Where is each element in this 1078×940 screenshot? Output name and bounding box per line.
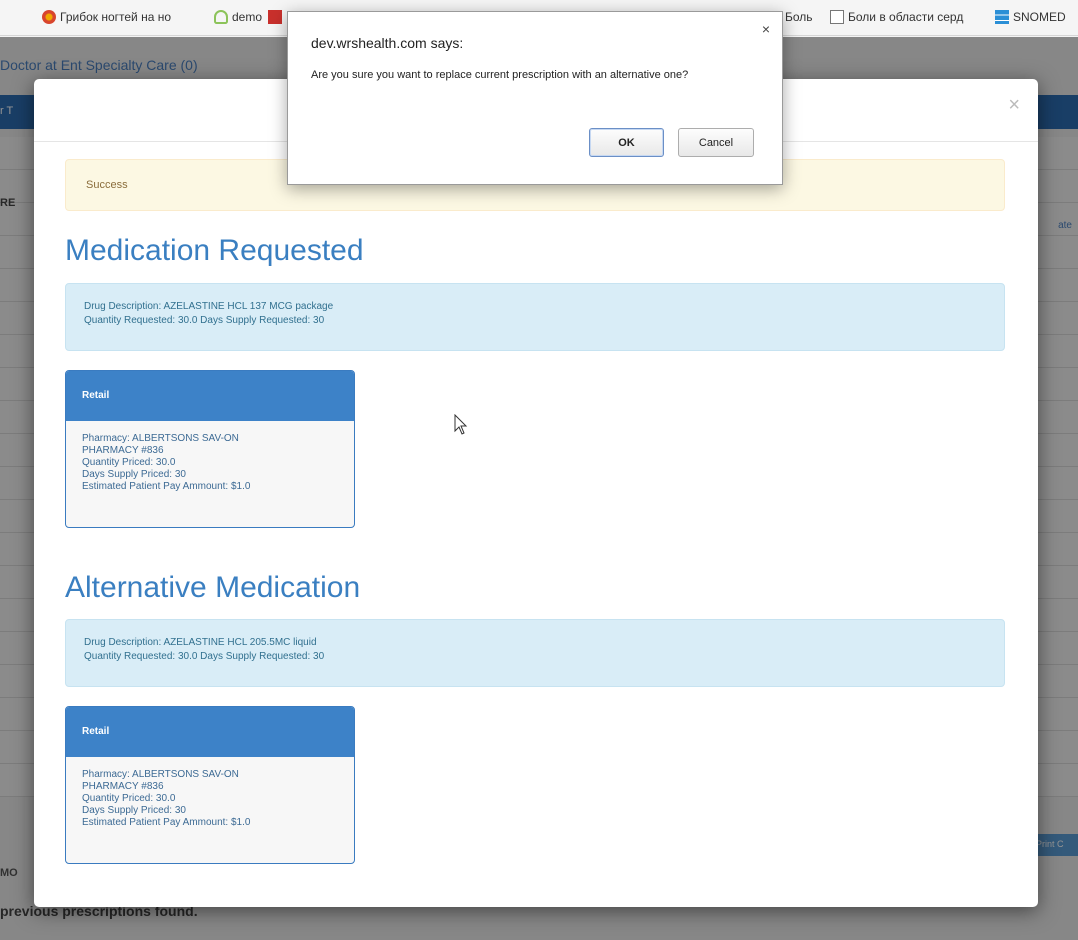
- bookmark-fragment[interactable]: [268, 10, 282, 24]
- cloud-icon: [214, 10, 228, 24]
- panel-body: Pharmacy: ALBERTSONS SAV-ON PHARMACY #83…: [66, 757, 354, 841]
- drug-description: Drug Description: AZELASTINE HCL 137 MCG…: [84, 301, 334, 312]
- panel-body: Pharmacy: ALBERTSONS SAV-ON PHARMACY #83…: [66, 421, 354, 505]
- close-icon[interactable]: ×: [762, 21, 770, 37]
- alternative-medication-title: Alternative Medication: [65, 571, 361, 604]
- requested-retail-panel: Retail Pharmacy: ALBERTSONS SAV-ON PHARM…: [65, 370, 355, 528]
- flower-icon: [42, 10, 56, 24]
- mouse-cursor-icon: [454, 414, 468, 435]
- days-supply-priced: Days Supply Priced: 30: [82, 805, 186, 816]
- requested-drug-info: Drug Description: AZELASTINE HCL 137 MCG…: [65, 283, 1005, 351]
- cancel-button[interactable]: Cancel: [678, 128, 754, 157]
- panel-heading: Retail: [66, 371, 354, 421]
- medication-requested-title: Medication Requested: [65, 234, 364, 267]
- bookmark-item[interactable]: Боли в области серд: [830, 10, 963, 24]
- bookmark-item[interactable]: SNOMED: [995, 10, 1066, 24]
- close-icon[interactable]: ×: [1008, 95, 1020, 115]
- quantity-priced: Quantity Priced: 30.0: [82, 457, 176, 468]
- bookmark-label: Грибок ногтей на но: [60, 10, 172, 24]
- snomed-icon: [995, 10, 1009, 24]
- quantity-line: Quantity Requested: 30.0 Days Supply Req…: [84, 315, 325, 326]
- ok-button[interactable]: OK: [589, 128, 664, 157]
- bookmark-item[interactable]: demo: [214, 10, 262, 24]
- estimated-patient-pay: Estimated Patient Pay Ammount: $1.0: [82, 481, 251, 492]
- dialog-message: Are you sure you want to replace current…: [311, 69, 689, 81]
- document-icon: [830, 10, 844, 24]
- estimated-patient-pay: Estimated Patient Pay Ammount: $1.0: [82, 817, 251, 828]
- drug-description: Drug Description: AZELASTINE HCL 205.5MC…: [84, 637, 317, 648]
- dialog-title: dev.wrshealth.com says:: [311, 35, 464, 51]
- pharmacy-name: Pharmacy: ALBERTSONS SAV-ON: [82, 769, 239, 780]
- quantity-line: Quantity Requested: 30.0 Days Supply Req…: [84, 651, 325, 662]
- panel-heading: Retail: [66, 707, 354, 757]
- bookmark-favicon-icon: [268, 10, 282, 24]
- bookmark-item[interactable]: Грибок ногтей на но: [42, 10, 171, 24]
- alternative-drug-info: Drug Description: AZELASTINE HCL 205.5MC…: [65, 619, 1005, 687]
- bookmark-label: SNOMED: [1013, 10, 1066, 24]
- bookmark-label: Боль: [785, 10, 813, 24]
- bookmark-label: Боли в области серд: [848, 10, 964, 24]
- confirm-dialog: dev.wrshealth.com says: × Are you sure y…: [287, 11, 783, 185]
- medication-modal: × Success Medication Requested Drug Desc…: [34, 79, 1038, 907]
- alternative-retail-panel[interactable]: Retail Pharmacy: ALBERTSONS SAV-ON PHARM…: [65, 706, 355, 864]
- pharmacy-name: Pharmacy: ALBERTSONS SAV-ON: [82, 433, 239, 444]
- days-supply-priced: Days Supply Priced: 30: [82, 469, 186, 480]
- bookmark-item[interactable]: Боль: [785, 10, 813, 24]
- bookmark-label: demo: [232, 10, 263, 24]
- pharmacy-number: PHARMACY #836: [82, 445, 164, 456]
- quantity-priced: Quantity Priced: 30.0: [82, 793, 176, 804]
- pharmacy-number: PHARMACY #836: [82, 781, 164, 792]
